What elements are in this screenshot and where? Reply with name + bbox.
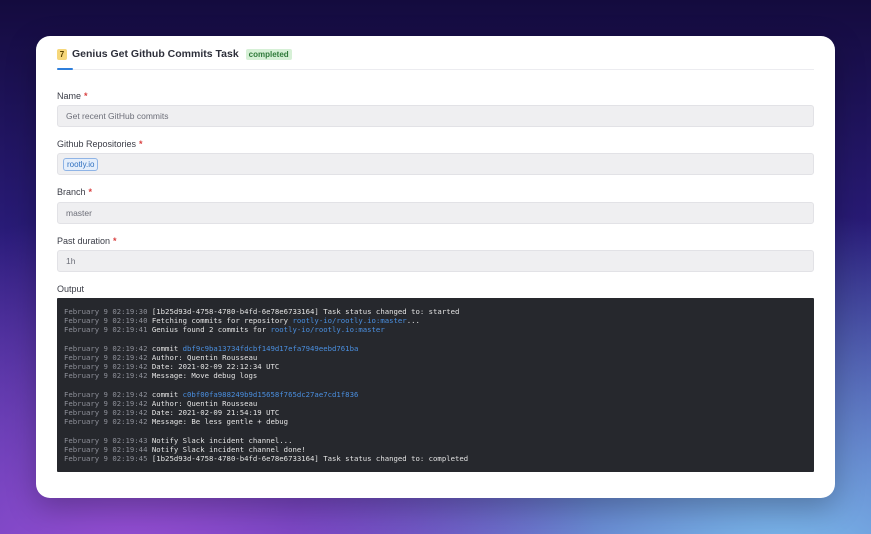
log-timestamp: February 9 02:19:43 [64,435,148,445]
duration-field[interactable]: 1h [57,250,814,272]
log-message: Date: 2021-02-09 22:12:34 UTC [147,362,280,372]
log-timestamp: February 9 02:19:42 [64,389,148,399]
log-line: February 9 02:19:44 Notify Slack inciden… [64,445,807,454]
log-message: Genius found 2 commits for [147,325,271,335]
log-line: February 9 02:19:30 [1b25d93d-4758-4780-… [64,307,807,316]
log-timestamp: February 9 02:19:44 [64,444,148,454]
log-timestamp: February 9 02:19:42 [64,398,148,408]
log-timestamp: February 9 02:19:42 [64,417,148,427]
log-line: February 9 02:19:41 Genius found 2 commi… [64,325,807,334]
log-line: February 9 02:19:42 Date: 2021-02-09 21:… [64,408,807,417]
log-message: Date: 2021-02-09 21:54:19 UTC [147,408,280,418]
log-message: [1b25d93d-4758-4780-b4fd-6e78e6733164] T… [147,454,469,463]
log-timestamp: February 9 02:19:30 [64,307,148,316]
log-timestamp: February 9 02:19:42 [64,371,148,381]
log-message: Notify Slack incident channel... [147,435,293,445]
output-console: February 9 02:19:30 [1b25d93d-4758-4780-… [57,298,814,472]
name-field[interactable]: Get recent GitHub commits [57,105,814,127]
output-label-text: Output [57,284,85,294]
name-label-text: Name [57,91,82,101]
log-link[interactable]: dbf9c9ba13734fdcbf149d17efa7949eebd761ba [183,344,359,353]
log-link[interactable]: rootly-io/rootly.io:master [271,325,385,334]
log-timestamp: February 9 02:19:42 [64,352,148,362]
task-title: Genius Get Github Commits Task [72,48,239,60]
log-message: commit [147,389,183,399]
log-timestamp: February 9 02:19:42 [64,408,148,418]
log-timestamp: February 9 02:19:40 [64,316,148,326]
log-line: February 9 02:19:42 Message: Move debug … [64,371,807,380]
log-line: February 9 02:19:40 Fetching commits for… [64,316,807,325]
required-marker: * [113,236,117,246]
log-message: Message: Move debug logs [147,371,258,381]
required-marker: * [139,139,143,149]
log-line: February 9 02:19:42 Author: Quentin Rous… [64,353,807,362]
log-blank-line [64,381,807,390]
repos-label-text: Github Repositories [57,139,137,149]
active-tab-indicator[interactable] [57,68,73,70]
log-message: Author: Quentin Rousseau [147,352,258,362]
log-message: Fetching commits for repository [147,316,293,326]
log-line: February 9 02:19:42 Message: Be less gen… [64,417,807,426]
header-divider [57,69,814,70]
log-blank-line [64,426,807,435]
log-message: commit [147,343,183,353]
task-header: 7 Genius Get Github Commits Task complet… [57,42,292,66]
log-line: February 9 02:19:42 commit dbf9c9ba13734… [64,344,807,353]
repos-label: Github Repositories * [57,139,143,149]
log-link[interactable]: rootly-io/rootly.io:master [292,316,406,325]
output-label: Output [57,284,84,294]
log-line: February 9 02:19:42 Date: 2021-02-09 22:… [64,362,807,371]
status-badge: completed [245,48,292,60]
task-number-badge: 7 [57,48,67,60]
repos-field[interactable]: rootly.io [57,153,814,175]
duration-label-text: Past duration [57,236,111,246]
branch-field[interactable]: master [57,202,814,224]
log-line: February 9 02:19:42 Author: Quentin Rous… [64,399,807,408]
log-timestamp: February 9 02:19:45 [64,454,148,463]
repo-chip[interactable]: rootly.io [63,157,99,171]
task-card: 7 Genius Get Github Commits Task complet… [36,36,835,498]
branch-label-text: Branch [57,187,86,197]
branch-label: Branch * [57,187,92,197]
duration-label: Past duration * [57,236,117,246]
log-line: February 9 02:19:45 [1b25d93d-4758-4780-… [64,454,807,463]
log-message: Author: Quentin Rousseau [147,398,258,408]
log-message: Message: Be less gentle + debug [147,417,289,427]
log-timestamp: February 9 02:19:41 [64,325,148,335]
log-message: [1b25d93d-4758-4780-b4fd-6e78e6733164] T… [147,307,460,316]
required-marker: * [88,187,93,197]
name-label: Name * [57,91,88,101]
required-marker: * [84,91,88,101]
log-message: Notify Slack incident channel done! [147,444,306,454]
log-message-suffix: ... [406,316,420,326]
log-timestamp: February 9 02:19:42 [64,362,148,372]
log-line: February 9 02:19:43 Notify Slack inciden… [64,436,807,445]
log-link[interactable]: c0bf00fa988249b9d15658f765dc27ae7cd1f836 [183,390,359,399]
log-line: February 9 02:19:42 commit c0bf00fa98824… [64,390,807,399]
log-blank-line [64,335,807,344]
log-timestamp: February 9 02:19:42 [64,343,148,353]
